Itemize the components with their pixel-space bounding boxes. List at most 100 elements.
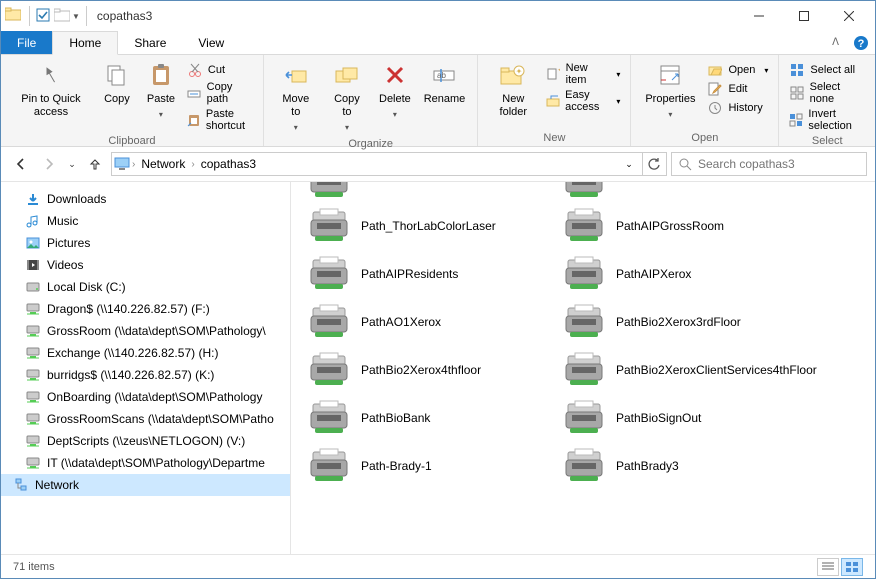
refresh-button[interactable] <box>642 153 664 175</box>
list-item[interactable]: PathAIPXerox <box>556 250 811 298</box>
tab-home[interactable]: Home <box>52 31 118 55</box>
tree-node[interactable]: Downloads <box>1 188 290 210</box>
videos-icon <box>25 257 41 273</box>
close-button[interactable] <box>826 1 871 31</box>
tree-node-label: Exchange (\\140.226.82.57) (H:) <box>47 346 218 360</box>
help-icon[interactable]: ? <box>853 35 869 51</box>
folder-icon[interactable] <box>5 7 23 25</box>
list-item-label: PathBioSignOut <box>616 411 701 426</box>
tree-node[interactable]: IT (\\data\dept\SOM\Pathology\Departme <box>1 452 290 474</box>
maximize-button[interactable] <box>781 1 826 31</box>
search-box[interactable] <box>671 152 867 176</box>
tree-node[interactable]: Dragon$ (\\140.226.82.57) (F:) <box>1 298 290 320</box>
back-button[interactable] <box>9 152 33 176</box>
breadcrumb-network[interactable]: Network <box>137 155 189 173</box>
address-dropdown-button[interactable]: ⌄ <box>618 153 640 175</box>
move-to-icon <box>280 59 312 91</box>
qat-checkbox-icon[interactable] <box>36 8 52 24</box>
tab-share[interactable]: Share <box>118 31 182 54</box>
tree-node-selected[interactable]: Network <box>1 474 290 496</box>
list-item[interactable]: Path_ThorLabColorLaser <box>301 202 556 250</box>
list-item[interactable] <box>556 182 811 202</box>
tree-node-label: Local Disk (C:) <box>47 280 126 294</box>
printer-icon <box>305 206 353 246</box>
open-button[interactable]: Open▾ <box>703 61 772 79</box>
tree-node[interactable]: burridgs$ (\\140.226.82.57) (K:) <box>1 364 290 386</box>
new-item-button[interactable]: ✦New item▾ <box>542 61 624 87</box>
printer-icon <box>305 302 353 342</box>
list-item[interactable]: PathBrady3 <box>556 442 811 490</box>
copy-to-button[interactable]: Copy to▾ <box>322 57 373 136</box>
select-none-button[interactable]: Select none <box>785 80 869 106</box>
tree-node[interactable]: Music <box>1 210 290 232</box>
netdrive-icon <box>25 367 41 383</box>
list-item[interactable] <box>301 182 556 202</box>
chevron-right-icon[interactable]: › <box>191 159 194 170</box>
invert-selection-button[interactable]: Invert selection <box>785 107 869 133</box>
printer-icon <box>560 206 608 246</box>
list-item[interactable]: PathBioBank <box>301 394 556 442</box>
properties-icon <box>654 59 686 91</box>
cut-icon <box>187 62 203 78</box>
tree-node[interactable]: Videos <box>1 254 290 276</box>
open-icon <box>707 62 723 78</box>
list-item[interactable]: PathAIPResidents <box>301 250 556 298</box>
list-item-label: Path_ThorLabColorLaser <box>361 219 496 234</box>
edit-button[interactable]: Edit <box>703 80 772 98</box>
address-bar[interactable]: › Network › copathas3 ⌄ <box>111 152 667 176</box>
network-icon <box>13 477 29 493</box>
breadcrumb-location[interactable]: copathas3 <box>197 155 260 173</box>
tree-node[interactable]: OnBoarding (\\data\dept\SOM\Pathology <box>1 386 290 408</box>
qat-dropdown-icon[interactable]: ▼ <box>72 12 80 21</box>
new-folder-button[interactable]: ✦ New folder <box>484 57 542 121</box>
file-list[interactable]: Path_ThorLabColorLaserPathAIPGrossRoomPa… <box>291 182 875 554</box>
tree-node-label: burridgs$ (\\140.226.82.57) (K:) <box>47 368 214 382</box>
tree-node[interactable]: DeptScripts (\\zeus\NETLOGON) (V:) <box>1 430 290 452</box>
minimize-button[interactable] <box>736 1 781 31</box>
qat-folder-icon[interactable] <box>54 8 70 24</box>
view-switcher <box>817 558 863 576</box>
tree-node[interactable]: Exchange (\\140.226.82.57) (H:) <box>1 342 290 364</box>
list-item[interactable]: Path-Brady-1 <box>301 442 556 490</box>
copy-button[interactable]: Copy <box>95 57 139 108</box>
properties-button[interactable]: Properties▾ <box>637 57 703 123</box>
list-item[interactable]: PathBio2Xerox3rdFloor <box>556 298 811 346</box>
list-item-label: PathAIPResidents <box>361 267 458 282</box>
recent-locations-button[interactable]: ⌄ <box>65 152 79 176</box>
delete-button[interactable]: Delete▾ <box>372 57 417 123</box>
history-button[interactable]: History <box>703 99 772 117</box>
forward-button[interactable] <box>37 152 61 176</box>
search-input[interactable] <box>698 157 860 171</box>
list-item-label: PathBioBank <box>361 411 430 426</box>
details-view-button[interactable] <box>817 558 839 576</box>
large-icons-view-button[interactable] <box>841 558 863 576</box>
cut-button[interactable]: Cut <box>183 61 257 79</box>
list-item[interactable]: PathBio2Xerox4thfloor <box>301 346 556 394</box>
list-item[interactable]: PathBio2XeroxClientServices4thFloor <box>556 346 811 394</box>
tab-view[interactable]: View <box>182 31 240 54</box>
list-item[interactable]: PathAO1Xerox <box>301 298 556 346</box>
paste-icon <box>145 59 177 91</box>
easy-access-button[interactable]: Easy access▾ <box>542 88 624 114</box>
move-to-button[interactable]: Move to▾ <box>270 57 322 136</box>
list-item-label: Path-Brady-1 <box>361 459 432 474</box>
list-item[interactable]: PathAIPGrossRoom <box>556 202 811 250</box>
pin-to-quick-access-button[interactable]: Pin to Quick access <box>7 57 95 121</box>
tree-node[interactable]: GrossRoom (\\data\dept\SOM\Pathology\ <box>1 320 290 342</box>
tree-node[interactable]: GrossRoomScans (\\data\dept\SOM\Patho <box>1 408 290 430</box>
tree-node[interactable]: Local Disk (C:) <box>1 276 290 298</box>
copy-icon <box>101 59 133 91</box>
paste-shortcut-button[interactable]: Paste shortcut <box>183 107 257 133</box>
copy-path-button[interactable]: Copy path <box>183 80 257 106</box>
tree-node[interactable]: Pictures <box>1 232 290 254</box>
up-button[interactable] <box>83 152 107 176</box>
navigation-tree[interactable]: DownloadsMusicPicturesVideos Local Disk (… <box>1 182 291 554</box>
list-item[interactable]: PathBioSignOut <box>556 394 811 442</box>
ribbon-collapse-icon[interactable]: ᐱ <box>832 37 839 48</box>
rename-button[interactable]: ab Rename <box>418 57 472 108</box>
paste-button[interactable]: Paste ▾ <box>139 57 183 123</box>
chevron-right-icon[interactable]: › <box>132 159 135 170</box>
pictures-icon <box>25 235 41 251</box>
select-all-button[interactable]: Select all <box>785 61 869 79</box>
tab-file[interactable]: File <box>1 31 52 54</box>
